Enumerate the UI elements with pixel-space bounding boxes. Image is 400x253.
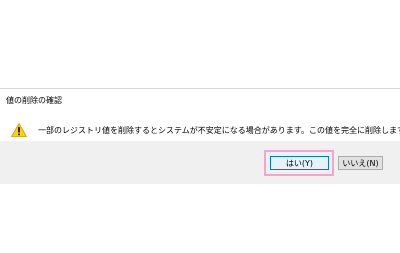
confirm-delete-dialog: 値の削除の確認 一部のレジストリ値を削除するとシステムが不安定になる場合がありま… bbox=[0, 88, 400, 184]
screenshot-canvas: 値の削除の確認 一部のレジストリ値を削除するとシステムが不安定になる場合がありま… bbox=[0, 0, 400, 253]
yes-button[interactable]: はい(Y) bbox=[270, 156, 329, 170]
dialog-title: 値の削除の確認 bbox=[6, 96, 62, 105]
dialog-button-bar: はい(Y) いいえ(N) bbox=[0, 141, 400, 184]
dialog-body: 一部のレジストリ値を削除するとシステムが不安定になる場合があります。この値を完全… bbox=[0, 111, 400, 141]
dialog-message: 一部のレジストリ値を削除するとシステムが不安定になる場合があります。この値を完全… bbox=[38, 126, 400, 135]
no-button[interactable]: いいえ(N) bbox=[338, 156, 383, 170]
warning-icon bbox=[10, 122, 28, 137]
